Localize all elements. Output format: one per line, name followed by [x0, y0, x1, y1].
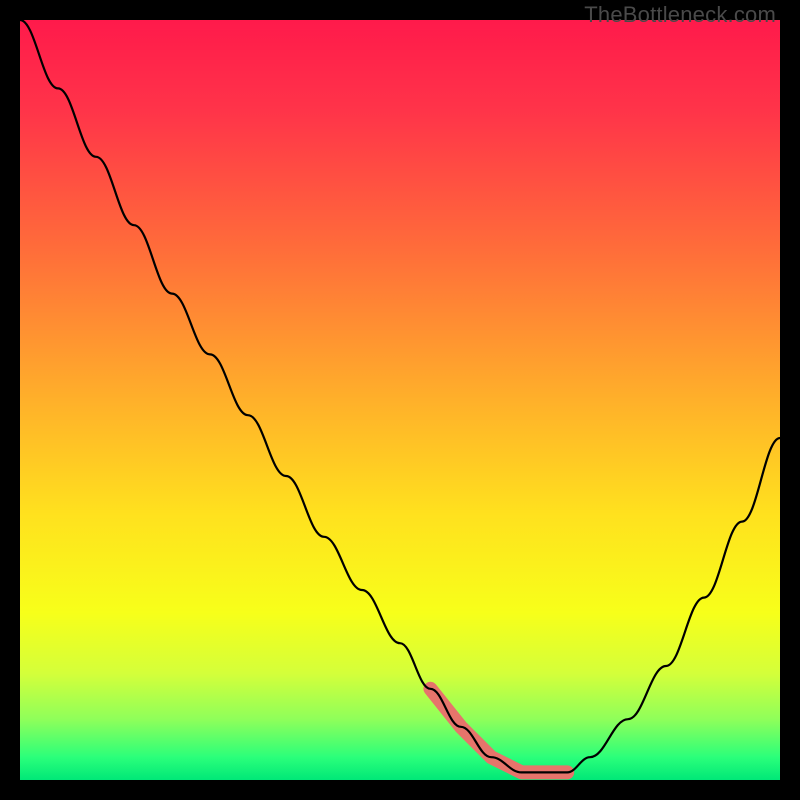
plot-area	[20, 20, 780, 780]
curve-layer	[20, 20, 780, 780]
chart-frame: TheBottleneck.com	[0, 0, 800, 800]
watermark-text: TheBottleneck.com	[584, 2, 776, 28]
bottleneck-curve	[20, 20, 780, 772]
